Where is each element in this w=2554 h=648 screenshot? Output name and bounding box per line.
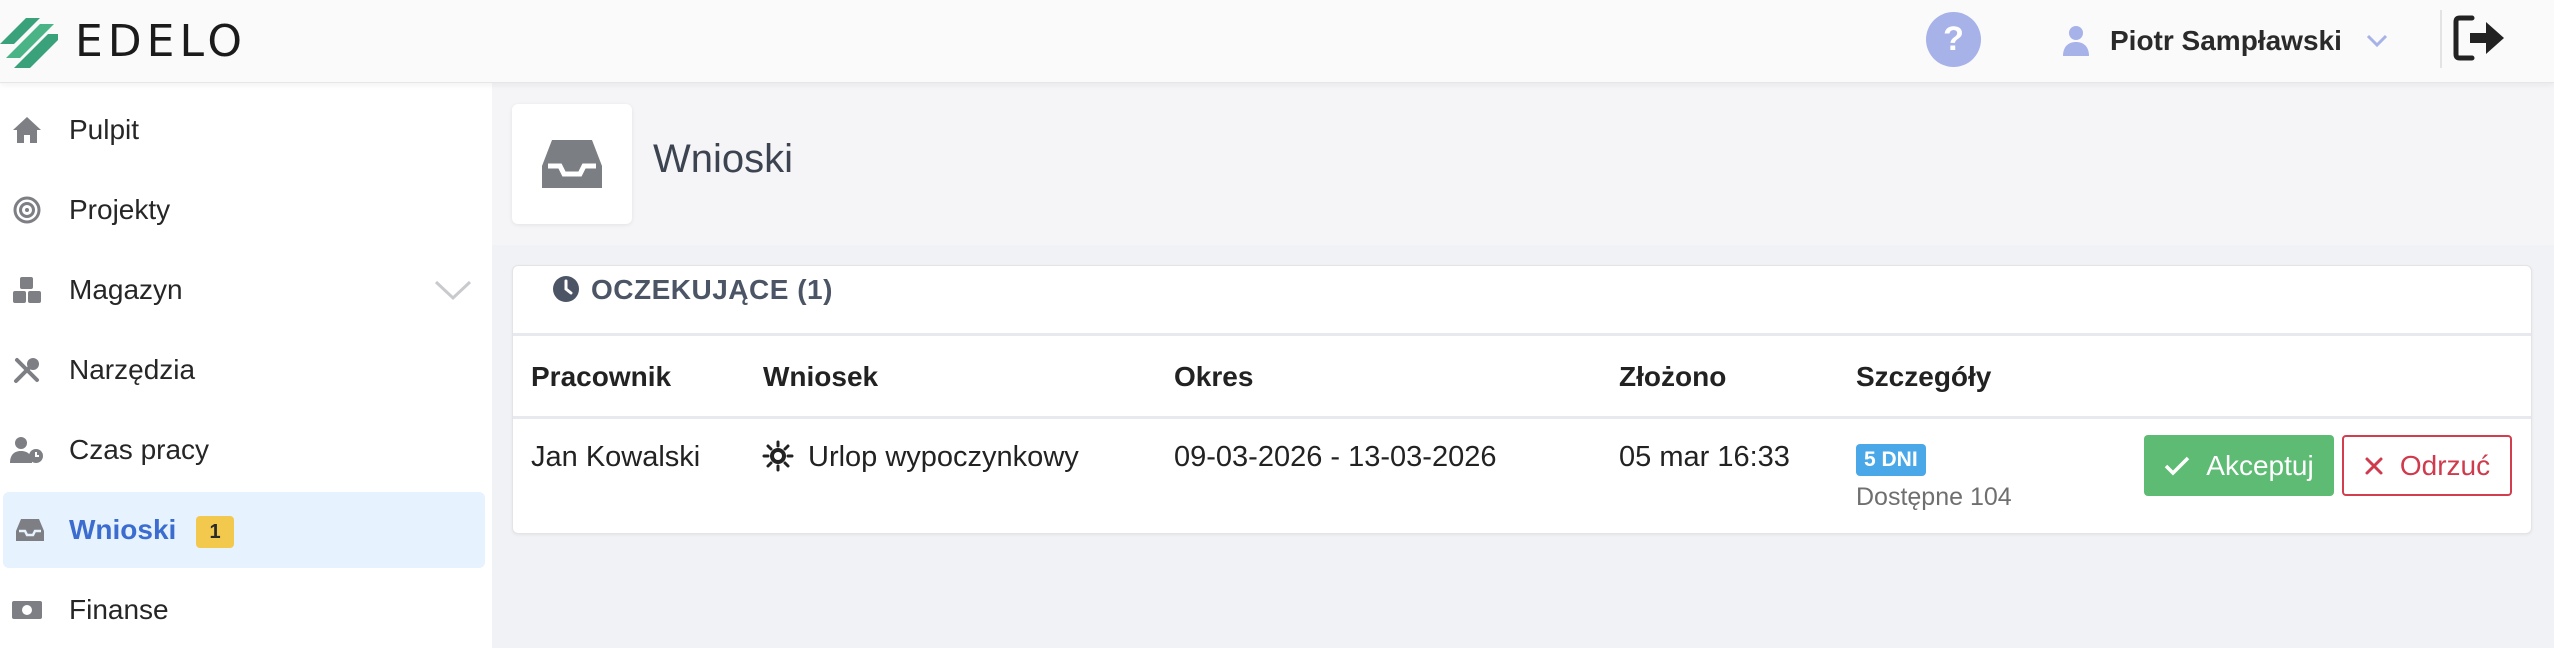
money-icon bbox=[10, 593, 44, 627]
column-header: Pracownik bbox=[531, 361, 672, 392]
column-header: Szczegóły bbox=[1856, 361, 1992, 392]
inbox-icon bbox=[542, 140, 602, 188]
top-header: EDELO ? Piotr Sampławski bbox=[0, 0, 2554, 83]
main-content: Wnioski OCZEKUJĄCE (1) Pracownik Wniosek… bbox=[492, 83, 2554, 648]
card-title: OCZEKUJĄCE (1) bbox=[591, 274, 833, 305]
chevron-down-icon bbox=[2366, 34, 2387, 48]
user-name: Piotr Sampławski bbox=[2110, 25, 2342, 56]
sidebar-item-label: Projekty bbox=[69, 194, 171, 225]
sidebar-item-narzedzia[interactable]: Narzędzia bbox=[0, 332, 482, 408]
user-icon bbox=[2063, 26, 2089, 56]
sidebar-item-label: Finanse bbox=[69, 594, 169, 625]
logout-icon[interactable] bbox=[2452, 14, 2508, 62]
reject-button[interactable]: Odrzuć bbox=[2342, 435, 2512, 496]
sidebar-item-label: Magazyn bbox=[69, 274, 183, 305]
column-header: Okres bbox=[1174, 361, 1254, 392]
sidebar-item-pulpit[interactable]: Pulpit bbox=[0, 92, 482, 168]
sidebar-item-wnioski[interactable]: Wnioski 1 bbox=[3, 492, 485, 568]
sidebar-item-magazyn[interactable]: Magazyn bbox=[0, 252, 482, 328]
count-badge: 1 bbox=[196, 516, 234, 548]
inbox-icon bbox=[13, 513, 47, 547]
column-header: Złożono bbox=[1619, 361, 1727, 392]
available-days: Dostępne 104 bbox=[1856, 483, 2012, 511]
logo-mark-icon bbox=[0, 18, 58, 68]
reject-label: Odrzuć bbox=[2399, 449, 2491, 481]
tools-icon bbox=[10, 353, 44, 387]
page-header: Wnioski bbox=[492, 83, 2554, 245]
help-button[interactable]: ? bbox=[1926, 12, 1981, 67]
sidebar-item-label: Czas pracy bbox=[69, 434, 210, 465]
sidebar-item-label: Pulpit bbox=[69, 114, 140, 145]
logo-text: EDELO bbox=[75, 15, 248, 67]
boxes-icon bbox=[10, 273, 44, 307]
column-header: Wniosek bbox=[763, 361, 879, 392]
request-type: Urlop wypoczynkowy bbox=[808, 441, 1079, 473]
submitted-date: 05 mar 16:33 bbox=[1619, 441, 1790, 473]
target-icon bbox=[10, 193, 44, 227]
card-header: OCZEKUJĄCE (1) bbox=[513, 266, 2531, 336]
page-icon-box bbox=[512, 104, 632, 224]
employee-name: Jan Kowalski bbox=[531, 441, 701, 473]
pending-requests-card: OCZEKUJĄCE (1) Pracownik Wniosek Okres Z… bbox=[512, 265, 2532, 534]
sidebar-item-czas-pracy[interactable]: Czas pracy bbox=[0, 412, 482, 488]
sidebar-item-finanse[interactable]: Finanse bbox=[0, 572, 482, 648]
table-divider bbox=[513, 416, 2531, 419]
check-icon bbox=[2165, 456, 2190, 475]
close-icon bbox=[2365, 457, 2383, 474]
accept-button[interactable]: Akceptuj bbox=[2144, 435, 2334, 496]
page-title: Wnioski bbox=[653, 137, 794, 181]
user-clock-icon bbox=[10, 433, 44, 467]
clock-icon bbox=[553, 276, 579, 302]
accept-label: Akceptuj bbox=[2206, 449, 2314, 481]
sun-icon bbox=[762, 440, 794, 472]
days-badge: 5 DNI bbox=[1856, 444, 1926, 476]
sidebar-item-label: Wnioski bbox=[69, 514, 177, 545]
sidebar-item-label: Narzędzia bbox=[69, 354, 196, 385]
request-period: 09-03-2026 - 13-03-2026 bbox=[1174, 441, 1497, 473]
user-menu[interactable]: Piotr Sampławski bbox=[2062, 18, 2388, 64]
home-icon bbox=[10, 113, 44, 147]
sidebar-item-projekty[interactable]: Projekty bbox=[0, 172, 482, 248]
header-divider bbox=[2440, 10, 2442, 68]
sidebar: Pulpit Projekty Magazyn Narzędzia Czas p… bbox=[0, 83, 492, 648]
chevron-down-icon[interactable] bbox=[434, 279, 472, 301]
logo[interactable]: EDELO bbox=[0, 14, 247, 68]
